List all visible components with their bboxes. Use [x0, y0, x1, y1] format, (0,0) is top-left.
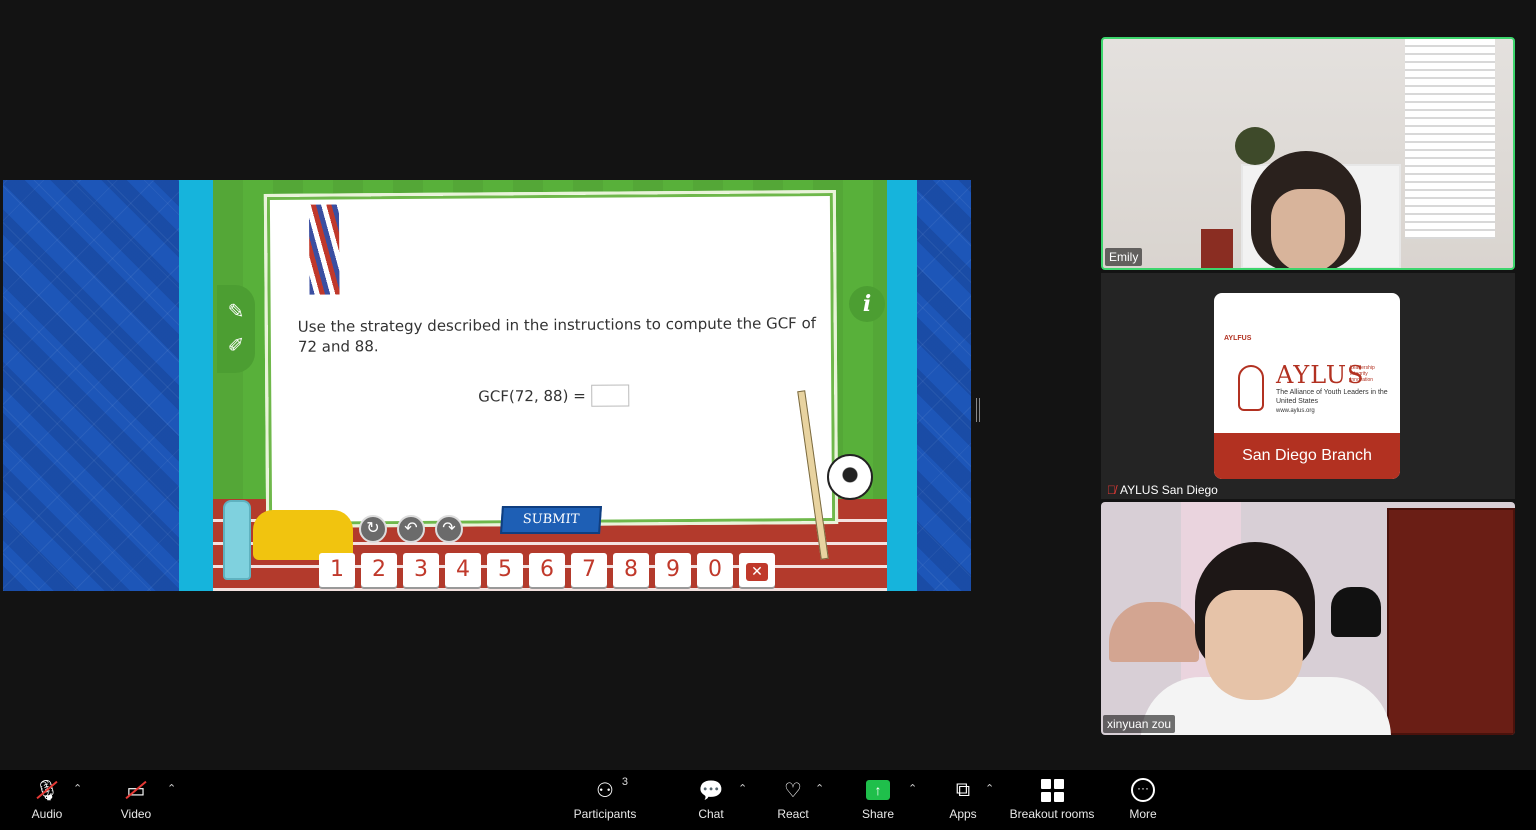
more-icon: ··· — [1131, 776, 1155, 804]
participant-face — [1205, 590, 1303, 700]
share-icon: ↑ — [866, 776, 890, 804]
pencil-icon[interactable]: ✎ — [223, 299, 249, 325]
participants-icon: ⚇ 3 — [596, 776, 628, 802]
math-game: Use the strategy described in the instru… — [213, 180, 887, 591]
breakout-rooms-button[interactable]: Breakout rooms — [1008, 776, 1096, 826]
more-label: More — [1129, 807, 1157, 821]
plant — [1235, 127, 1275, 165]
apps-options-chevron-icon[interactable]: ⌃ — [985, 782, 994, 795]
participants-button[interactable]: ⚇ 3 Participants — [572, 776, 638, 826]
window-blinds — [1405, 39, 1495, 239]
red-drawers — [1201, 229, 1233, 268]
redo-icon[interactable]: ↷ — [435, 515, 463, 543]
share-options-chevron-icon[interactable]: ⌃ — [908, 782, 917, 795]
participant-name: xinyuan zou — [1103, 715, 1176, 733]
logo-subtitle: The Alliance of Youth Leaders in the Uni… — [1276, 388, 1396, 416]
chat-icon: 💬 — [698, 779, 724, 802]
keypad-key-2[interactable]: 2 — [361, 553, 397, 587]
share-button[interactable]: ↑ Share — [858, 776, 898, 826]
backspace-icon: ✕ — [746, 563, 768, 581]
logo-subtitle-text: The Alliance of Youth Leaders in the Uni… — [1276, 389, 1388, 405]
logo-small-mark: AYLFUS — [1224, 335, 1252, 342]
info-button[interactable]: i — [849, 286, 885, 322]
video-tile-emily[interactable]: Emily — [1101, 37, 1515, 270]
answer-input[interactable] — [591, 384, 630, 407]
audio-label: Audio — [31, 807, 63, 821]
decor-strip-right — [887, 180, 917, 591]
background-pattern-left — [3, 180, 185, 591]
participant-face — [1271, 189, 1345, 268]
question-text: Use the strategy described in the instru… — [297, 314, 817, 356]
gcf-label: GCF(72, 88) = — [478, 386, 586, 406]
participant-name-tag: 🎙̸ AYLUS San Diego — [1103, 481, 1222, 499]
video-options-chevron-icon[interactable]: ⌃ — [167, 782, 176, 795]
torch-icon — [1238, 365, 1264, 411]
logo-motto: Leadership Integrity Innovation — [1350, 365, 1375, 383]
undo-icon[interactable]: ↶ — [397, 515, 425, 543]
more-button[interactable]: ··· More — [1124, 776, 1162, 826]
participant-name: Emily — [1105, 248, 1143, 266]
keypad-key-9[interactable]: 9 — [655, 553, 691, 587]
tool-panel: ✎ ✐ — [217, 285, 255, 373]
microphone-icon: 🎙 — [34, 776, 59, 804]
camera-icon: ▭ — [125, 776, 147, 804]
apps-label: Apps — [949, 807, 977, 821]
keypad-key-3[interactable]: 3 — [403, 553, 439, 587]
medal-decoration — [308, 204, 340, 295]
participants-label: Participants — [573, 807, 637, 821]
video-tile-xinyuan[interactable]: xinyuan zou — [1101, 502, 1515, 735]
wooden-cabinet — [1387, 508, 1515, 735]
submit-button[interactable]: SUBMIT — [500, 506, 602, 534]
keypad-key-0[interactable]: 0 — [697, 553, 733, 587]
gcf-expression: GCF(72, 88) = — [478, 384, 630, 407]
react-button[interactable]: ♡ React — [774, 776, 812, 826]
keypad-key-8[interactable]: 8 — [613, 553, 649, 587]
react-options-chevron-icon[interactable]: ⌃ — [815, 782, 824, 795]
audio-button[interactable]: 🎙 Audio — [27, 776, 67, 826]
keypad-key-7[interactable]: 7 — [571, 553, 607, 587]
chat-label: Chat — [698, 807, 724, 821]
keypad-key-4[interactable]: 4 — [445, 553, 481, 587]
breakout-label: Breakout rooms — [1009, 807, 1095, 821]
reset-icon[interactable]: ↻ — [359, 515, 387, 543]
keypad-key-1[interactable]: 1 — [319, 553, 355, 587]
branch-banner: San Diego Branch — [1214, 433, 1400, 479]
breakout-rooms-icon — [1040, 776, 1064, 804]
chat-button[interactable]: 💬 Chat — [694, 776, 728, 826]
keypad-key-6[interactable]: 6 — [529, 553, 565, 587]
heart-icon: ♡ — [784, 779, 802, 802]
react-label: React — [777, 807, 809, 821]
eraser-icon[interactable]: ✐ — [223, 333, 249, 359]
video-tile-aylus[interactable]: AYLFUS AYLUS Leadership Integrity Innova… — [1101, 273, 1515, 499]
number-keypad: 1 2 3 4 5 6 7 8 9 0 ✕ — [319, 553, 775, 587]
resize-handle[interactable] — [976, 398, 980, 422]
keypad-key-5[interactable]: 5 — [487, 553, 523, 587]
audio-options-chevron-icon[interactable]: ⌃ — [73, 782, 82, 795]
backspace-key[interactable]: ✕ — [739, 553, 775, 587]
share-label: Share — [861, 807, 895, 821]
video-label: Video — [120, 807, 152, 821]
participants-count: 3 — [621, 776, 628, 788]
background-pattern-right — [911, 180, 971, 591]
apps-button[interactable]: ⧉ Apps — [946, 776, 980, 826]
backpack — [1331, 587, 1381, 637]
soccer-ball-image — [827, 454, 873, 500]
shared-screen: Use the strategy described in the instru… — [3, 180, 971, 591]
logo-url: www.aylus.org — [1276, 408, 1315, 414]
participant-name: AYLUS San Diego — [1120, 483, 1218, 497]
video-button[interactable]: ▭ Video — [114, 776, 158, 826]
apps-icon: ⧉ — [955, 778, 971, 801]
decor-strip-left — [179, 180, 213, 591]
question-card: Use the strategy described in the instru… — [263, 190, 839, 528]
meeting-toolbar: 🎙 Audio ⌃ ▭ Video ⌃ ⚇3 Participants 💬 Ch… — [0, 770, 1536, 830]
mic-muted-icon: 🎙̸ — [1107, 483, 1116, 497]
aylus-logo: AYLFUS AYLUS Leadership Integrity Innova… — [1214, 293, 1400, 479]
chat-options-chevron-icon[interactable]: ⌃ — [738, 782, 747, 795]
water-bottle-image — [223, 500, 251, 580]
